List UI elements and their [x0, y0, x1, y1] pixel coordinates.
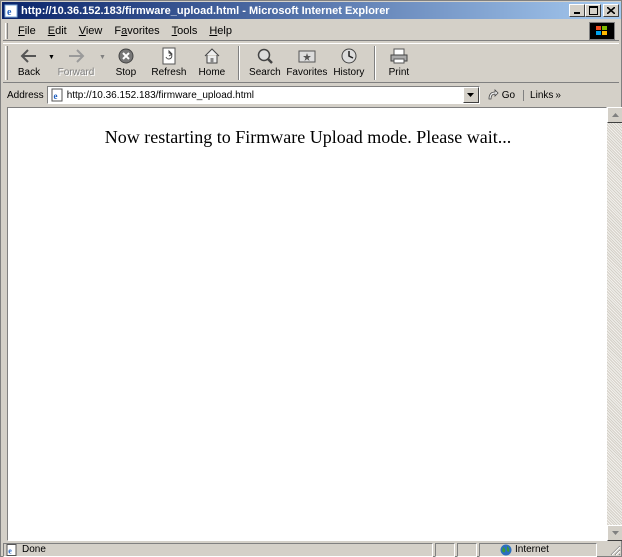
status-pane-progress: [435, 542, 455, 557]
maximize-button[interactable]: [585, 4, 601, 17]
status-bar: e Done Internet: [3, 542, 621, 557]
back-arrow-icon: [20, 49, 36, 63]
svg-text:e: e: [53, 91, 57, 101]
menu-help[interactable]: Help: [203, 25, 238, 37]
resize-grip-icon[interactable]: [609, 544, 621, 556]
status-text: Done: [22, 544, 46, 555]
favorites-label: Favorites: [286, 67, 328, 78]
go-label: Go: [501, 89, 516, 101]
status-pane-security: [457, 542, 477, 557]
stop-icon: [118, 48, 134, 64]
go-button[interactable]: Go: [487, 89, 515, 101]
stop-label: Stop: [115, 67, 137, 78]
minimize-icon: [574, 12, 580, 14]
address-url: http://10.36.152.183/firmware_upload.htm…: [66, 89, 255, 101]
menu-bar: File Edit View Favorites Tools Help: [3, 21, 619, 41]
toolbar-separator: [373, 46, 376, 80]
search-icon: [257, 48, 273, 64]
menu-tools[interactable]: Tools: [166, 25, 204, 37]
scroll-up-button[interactable]: [607, 107, 622, 123]
forward-arrow-icon: [68, 49, 85, 63]
address-bar: Address e http://10.36.152.183/firmware_…: [3, 85, 619, 105]
forward-dropdown-icon[interactable]: ▼: [99, 54, 106, 61]
refresh-label: Refresh: [151, 67, 187, 78]
zone-label: Internet: [515, 544, 549, 555]
address-input[interactable]: e http://10.36.152.183/firmware_upload.h…: [46, 86, 480, 104]
chevron-down-icon: [467, 93, 475, 97]
svg-text:e: e: [8, 546, 12, 555]
close-button[interactable]: [603, 4, 619, 17]
maximize-icon: [588, 6, 598, 15]
internet-globe-icon: [500, 544, 512, 555]
chevron-right-double-icon: »: [555, 89, 561, 101]
vertical-scrollbar[interactable]: [607, 107, 622, 541]
menubar-grip[interactable]: [5, 22, 8, 39]
security-zone-pane[interactable]: Internet: [479, 542, 597, 557]
page-icon: e: [51, 88, 63, 102]
menu-view[interactable]: View: [73, 25, 109, 37]
standard-toolbar: Back ▼ Forward ▼ Stop Refresh Home Searc…: [3, 43, 619, 83]
menu-file[interactable]: File: [12, 25, 42, 37]
print-label: Print: [388, 67, 410, 78]
menu-favorites[interactable]: Favorites: [108, 25, 165, 37]
status-main-pane: e Done: [3, 542, 433, 557]
home-button[interactable]: Home: [192, 44, 232, 82]
page-content: Now restarting to Firmware Upload mode. …: [7, 107, 607, 541]
history-icon: [341, 48, 357, 64]
print-button[interactable]: Print: [382, 44, 416, 82]
favorites-icon: [298, 50, 316, 63]
search-label: Search: [249, 67, 281, 78]
print-icon: [390, 48, 408, 64]
search-button[interactable]: Search: [246, 44, 284, 82]
svg-text:e: e: [7, 7, 12, 18]
scroll-down-button[interactable]: [607, 525, 622, 541]
stop-button[interactable]: Stop: [106, 44, 146, 82]
favorites-button[interactable]: Favorites: [284, 44, 330, 82]
page-done-icon: e: [6, 543, 17, 556]
back-dropdown-icon[interactable]: ▼: [48, 54, 55, 61]
browser-window: e http://10.36.152.183/firmware_upload.h…: [0, 0, 622, 557]
toolbar-separator: [237, 46, 240, 80]
refresh-icon: [162, 47, 176, 65]
back-button[interactable]: Back: [12, 44, 46, 82]
back-label: Back: [17, 67, 41, 78]
toolbar-grip[interactable]: [5, 46, 8, 80]
refresh-button[interactable]: Refresh: [146, 44, 192, 82]
address-dropdown-button[interactable]: [462, 87, 479, 103]
forward-button[interactable]: Forward: [55, 44, 97, 82]
minimize-button[interactable]: [569, 4, 585, 17]
scroll-down-arrow-icon: [611, 531, 619, 535]
home-icon: [204, 48, 220, 64]
address-label: Address: [7, 89, 44, 101]
links-label: Links: [530, 89, 554, 101]
history-button[interactable]: History: [330, 44, 368, 82]
home-label: Home: [198, 67, 226, 78]
restart-message: Now restarting to Firmware Upload mode. …: [104, 127, 512, 147]
close-icon: [607, 7, 615, 14]
go-arrow-icon: [488, 89, 499, 100]
links-button[interactable]: Links »: [523, 89, 561, 101]
windows-logo-throbber: [589, 22, 615, 40]
title-bar[interactable]: e http://10.36.152.183/firmware_upload.h…: [2, 2, 621, 19]
menu-edit[interactable]: Edit: [42, 25, 73, 37]
ie-app-icon: e: [4, 4, 18, 18]
scroll-up-arrow-icon: [611, 113, 619, 117]
forward-label: Forward: [57, 67, 95, 78]
windows-logo-icon: [596, 26, 607, 35]
window-title: http://10.36.152.183/firmware_upload.htm…: [21, 4, 390, 17]
history-label: History: [333, 67, 365, 78]
